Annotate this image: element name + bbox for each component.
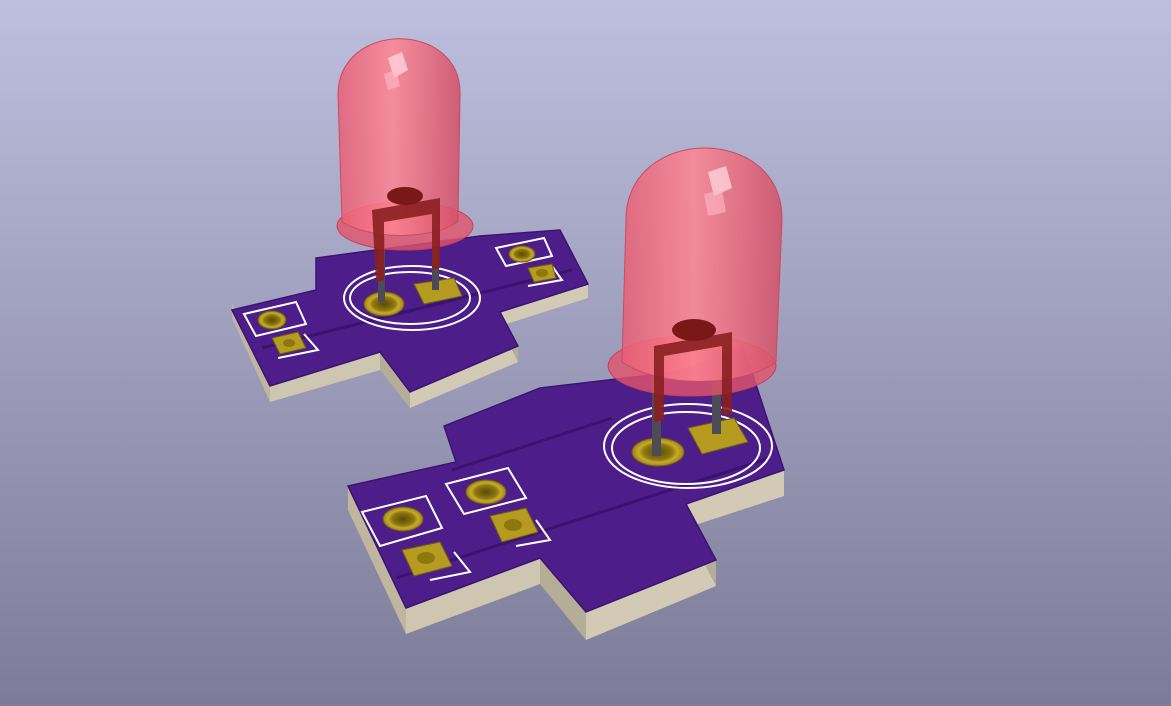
led-die-cup	[672, 319, 716, 341]
led-highlight	[704, 190, 726, 216]
pad-round	[508, 245, 536, 263]
pcb-3d-scene	[0, 0, 1171, 706]
pad-hole	[283, 339, 295, 347]
pad-round	[465, 479, 507, 505]
3d-viewer-canvas[interactable]	[0, 0, 1171, 706]
pad-round	[257, 310, 287, 330]
pad-hole	[504, 519, 522, 531]
led-die-cup	[387, 187, 423, 205]
pad-round	[382, 506, 424, 532]
pad-hole	[536, 269, 548, 277]
pad-hole	[417, 552, 435, 564]
